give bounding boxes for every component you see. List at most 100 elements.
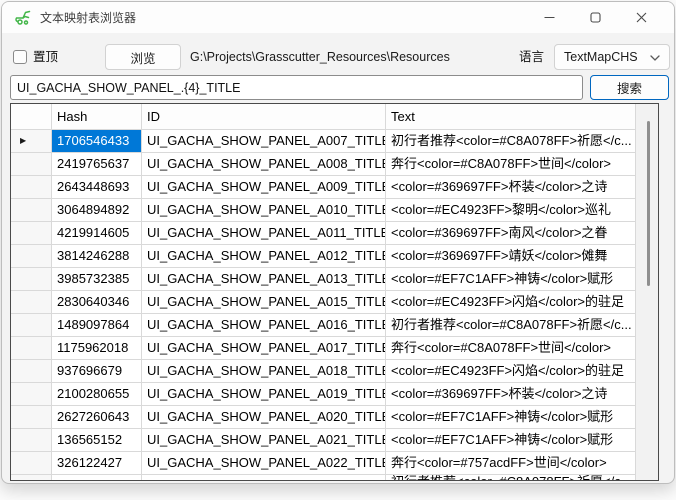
id-cell[interactable]: UI_GACHA_SHOW_PANEL_A018_TITLE (142, 360, 386, 383)
hash-cell[interactable]: 326122427 (52, 452, 142, 475)
id-cell[interactable]: UI_GACHA_SHOW_PANEL_A012_TITLE (142, 245, 386, 268)
row-header[interactable] (11, 337, 52, 360)
row-header[interactable] (11, 153, 52, 176)
column-header-text[interactable]: Text (386, 104, 636, 130)
language-value: TextMapCHS (564, 50, 638, 64)
table-row[interactable]: 136565152UI_GACHA_SHOW_PANEL_A021_TITLE<… (11, 429, 658, 452)
close-button[interactable] (618, 2, 664, 33)
table-row[interactable]: 2643448693UI_GACHA_SHOW_PANEL_A009_TITLE… (11, 176, 658, 199)
text-cell[interactable]: 初行者推荐<color=#C8A078FF>祈愿</c... (386, 314, 636, 337)
hash-cell[interactable]: 3814246288 (52, 245, 142, 268)
hash-cell[interactable]: 1489097864 (52, 314, 142, 337)
row-header[interactable]: ▶ (11, 130, 52, 153)
row-header[interactable] (11, 291, 52, 314)
table-row[interactable]: 2100280655UI_GACHA_SHOW_PANEL_A019_TITLE… (11, 383, 658, 406)
search-button[interactable]: 搜索 (590, 75, 669, 100)
row-header[interactable] (11, 222, 52, 245)
app-window: 文本映射表浏览器 置顶 浏览 G:\Projects\Grasscutter_R… (1, 1, 675, 484)
id-cell[interactable]: UI_GACHA_SHOW_PANEL_A008_TITLE (142, 153, 386, 176)
hash-cell[interactable] (52, 475, 142, 480)
table-row[interactable]: 326122427UI_GACHA_SHOW_PANEL_A022_TITLE奔… (11, 452, 658, 475)
id-cell[interactable]: UI_GACHA_SHOW_PANEL_A016_TITLE (142, 314, 386, 337)
scrollbar-thumb[interactable] (647, 121, 650, 286)
table-row[interactable]: ▶ 1706546433UI_GACHA_SHOW_PANEL_A007_TITL… (11, 130, 658, 153)
text-cell[interactable]: <color=#369697FF>杯装</color>之诗 (386, 176, 636, 199)
row-header[interactable] (11, 268, 52, 291)
language-select[interactable]: TextMapCHS (554, 44, 670, 70)
id-cell[interactable]: UI_GACHA_SHOW_PANEL_A019_TITLE (142, 383, 386, 406)
table-row[interactable]: 3814246288UI_GACHA_SHOW_PANEL_A012_TITLE… (11, 245, 658, 268)
partial-table-row[interactable]: 初行者推荐<color=#C8A078FF>祈愿</c... (11, 475, 658, 480)
table-row[interactable]: 1489097864UI_GACHA_SHOW_PANEL_A016_TITLE… (11, 314, 658, 337)
text-cell[interactable]: 奔行<color=#C8A078FF>世间</color> (386, 153, 636, 176)
id-cell[interactable]: UI_GACHA_SHOW_PANEL_A013_TITLE (142, 268, 386, 291)
text-cell[interactable]: 奔行<color=#C8A078FF>世间</color> (386, 337, 636, 360)
column-header-hash[interactable]: Hash (52, 104, 142, 130)
id-cell[interactable]: UI_GACHA_SHOW_PANEL_A010_TITLE (142, 199, 386, 222)
text-cell[interactable]: <color=#EC4923FF>闪焰</color>的驻足 (386, 360, 636, 383)
id-cell[interactable]: UI_GACHA_SHOW_PANEL_A020_TITLE (142, 406, 386, 429)
pin-checkbox[interactable] (13, 50, 27, 64)
row-header[interactable] (11, 314, 52, 337)
data-grid: Hash ID Text ▶1706546433UI_GACHA_SHOW_PA… (10, 103, 659, 481)
row-header[interactable] (11, 406, 52, 429)
hash-cell[interactable]: 2627260643 (52, 406, 142, 429)
text-cell[interactable]: <color=#369697FF>杯装</color>之诗 (386, 383, 636, 406)
hash-cell[interactable]: 136565152 (52, 429, 142, 452)
row-header[interactable] (11, 429, 52, 452)
text-cell[interactable]: <color=#EC4923FF>闪焰</color>的驻足 (386, 291, 636, 314)
text-cell[interactable]: 初行者推荐<color=#C8A078FF>祈愿</c... (386, 130, 636, 153)
text-cell[interactable]: 奔行<color=#757acdFF>世间</color> (386, 452, 636, 475)
hash-cell[interactable]: 1175962018 (52, 337, 142, 360)
row-header[interactable] (11, 176, 52, 199)
hash-cell[interactable]: 2419765637 (52, 153, 142, 176)
hash-cell[interactable]: 2100280655 (52, 383, 142, 406)
vertical-scrollbar[interactable] (636, 104, 658, 480)
table-row[interactable]: 4219914605UI_GACHA_SHOW_PANEL_A011_TITLE… (11, 222, 658, 245)
table-row[interactable]: 3064894892UI_GACHA_SHOW_PANEL_A010_TITLE… (11, 199, 658, 222)
hash-cell[interactable]: 4219914605 (52, 222, 142, 245)
maximize-button[interactable] (572, 2, 618, 33)
table-row[interactable]: 2627260643UI_GACHA_SHOW_PANEL_A020_TITLE… (11, 406, 658, 429)
language-label: 语言 (519, 44, 544, 70)
table-row[interactable]: 937696679UI_GACHA_SHOW_PANEL_A018_TITLE<… (11, 360, 658, 383)
id-cell[interactable]: UI_GACHA_SHOW_PANEL_A022_TITLE (142, 452, 386, 475)
table-row[interactable]: 1175962018UI_GACHA_SHOW_PANEL_A017_TITLE… (11, 337, 658, 360)
table-row[interactable]: 2419765637UI_GACHA_SHOW_PANEL_A008_TITLE… (11, 153, 658, 176)
minimize-button[interactable] (526, 2, 572, 33)
hash-cell[interactable]: 3985732385 (52, 268, 142, 291)
text-cell[interactable]: <color=#369697FF>靖妖</color>傩舞 (386, 245, 636, 268)
row-header[interactable] (11, 360, 52, 383)
id-cell[interactable]: UI_GACHA_SHOW_PANEL_A007_TITLE (142, 130, 386, 153)
chevron-down-icon (650, 50, 660, 64)
text-cell[interactable]: <color=#EF7C1AFF>神铸</color>赋形 (386, 406, 636, 429)
id-cell[interactable]: UI_GACHA_SHOW_PANEL_A009_TITLE (142, 176, 386, 199)
row-header[interactable] (11, 452, 52, 475)
row-header[interactable] (11, 383, 52, 406)
text-cell[interactable]: 初行者推荐<color=#C8A078FF>祈愿</c... (386, 475, 636, 480)
text-cell[interactable]: <color=#EF7C1AFF>神铸</color>赋形 (386, 429, 636, 452)
id-cell[interactable] (142, 475, 386, 480)
id-cell[interactable]: UI_GACHA_SHOW_PANEL_A015_TITLE (142, 291, 386, 314)
id-cell[interactable]: UI_GACHA_SHOW_PANEL_A017_TITLE (142, 337, 386, 360)
browse-button[interactable]: 浏览 (105, 44, 181, 70)
search-input[interactable] (10, 75, 583, 100)
hash-cell[interactable]: 2643448693 (52, 176, 142, 199)
table-row[interactable]: 2830640346UI_GACHA_SHOW_PANEL_A015_TITLE… (11, 291, 658, 314)
text-cell[interactable]: <color=#EF7C1AFF>神铸</color>赋形 (386, 268, 636, 291)
id-cell[interactable]: UI_GACHA_SHOW_PANEL_A021_TITLE (142, 429, 386, 452)
hash-cell[interactable]: 2830640346 (52, 291, 142, 314)
text-cell[interactable]: <color=#EC4923FF>黎明</color>巡礼 (386, 199, 636, 222)
hash-cell[interactable]: 1706546433 (52, 130, 142, 153)
current-row-arrow-icon: ▶ (20, 130, 26, 152)
row-header[interactable] (11, 199, 52, 222)
hash-cell[interactable]: 3064894892 (52, 199, 142, 222)
row-header[interactable] (11, 475, 52, 480)
table-row[interactable]: 3985732385UI_GACHA_SHOW_PANEL_A013_TITLE… (11, 268, 658, 291)
text-cell[interactable]: <color=#369697FF>南风</color>之眷 (386, 222, 636, 245)
row-header[interactable] (11, 245, 52, 268)
hash-cell[interactable]: 937696679 (52, 360, 142, 383)
id-cell[interactable]: UI_GACHA_SHOW_PANEL_A011_TITLE (142, 222, 386, 245)
grasscutter-logo-icon (14, 9, 32, 26)
column-header-id[interactable]: ID (142, 104, 386, 130)
